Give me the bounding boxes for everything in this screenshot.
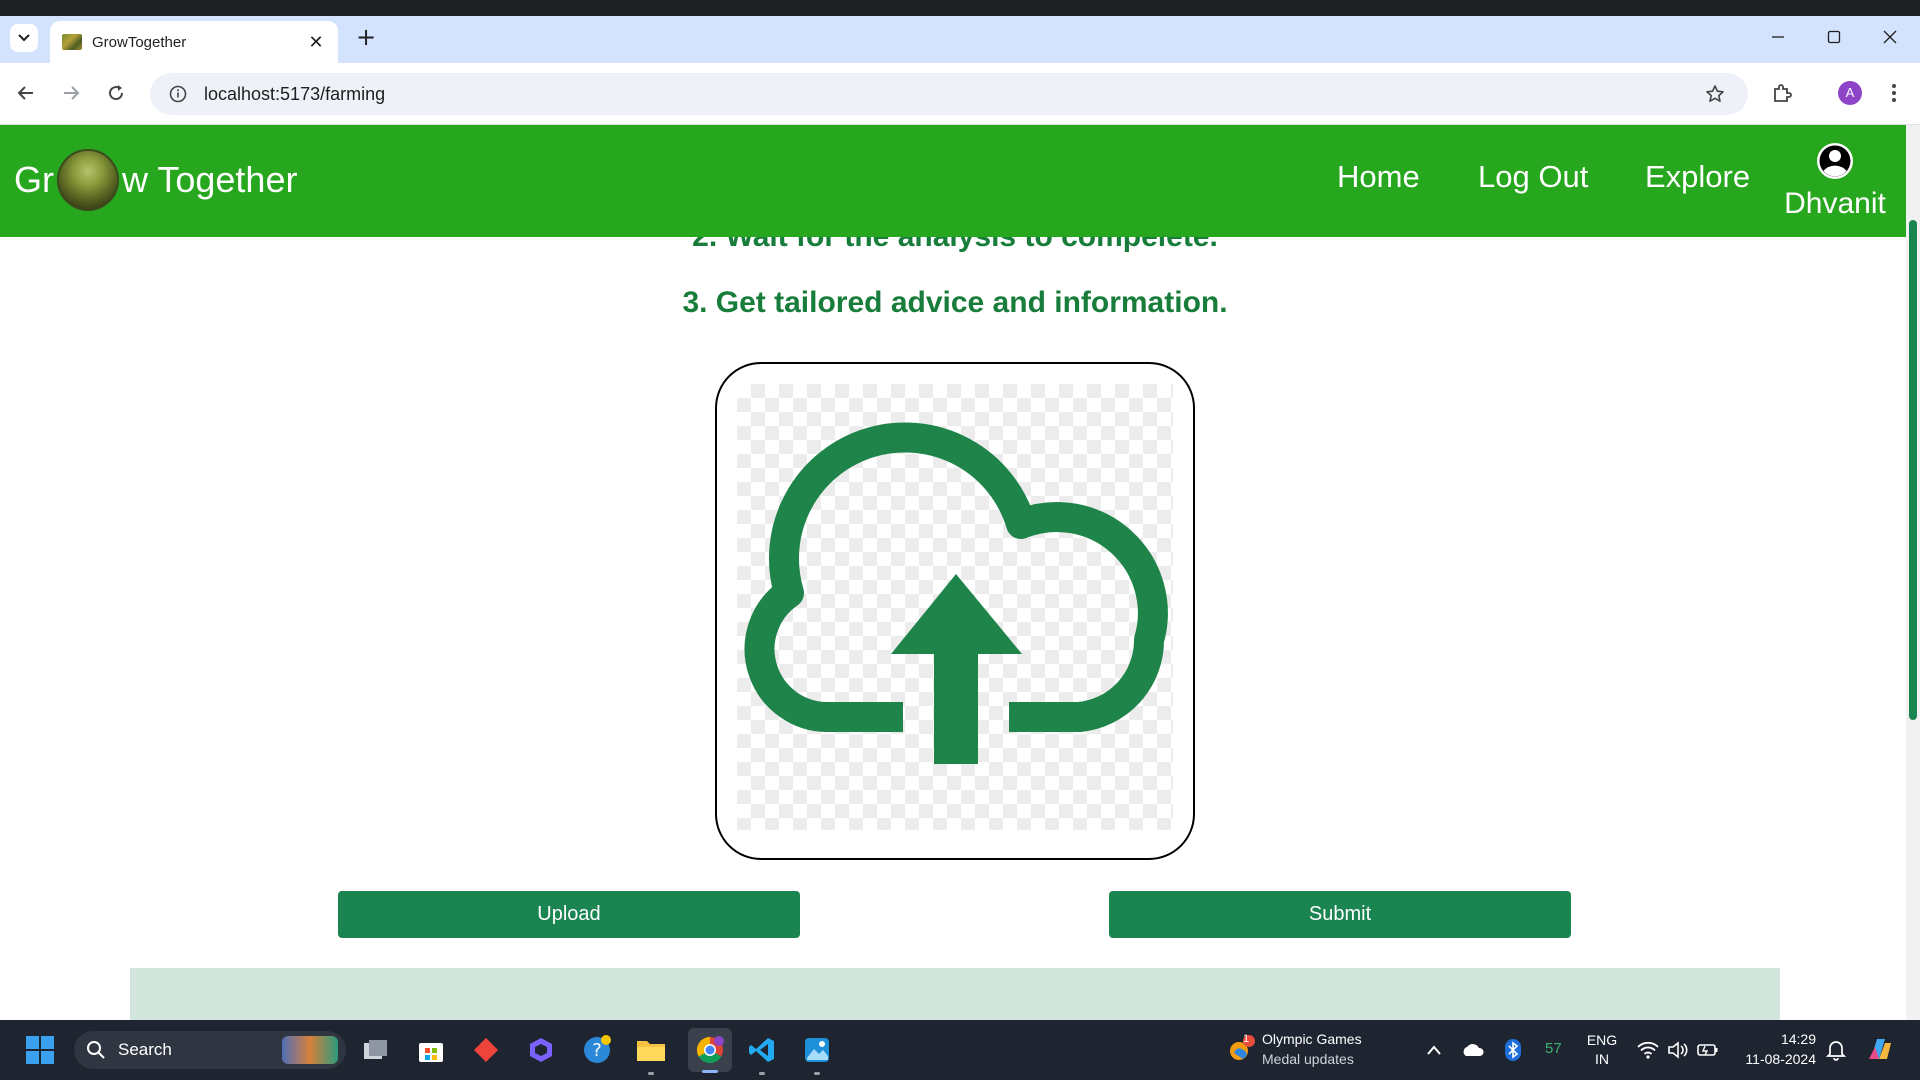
nav-home-link[interactable]: Home: [1337, 159, 1420, 195]
close-window-button[interactable]: [1862, 22, 1918, 52]
maximize-icon: [1827, 30, 1841, 44]
browser-toolbar: localhost:5173/farming A: [0, 63, 1920, 125]
windows-logo-icon: [26, 1036, 54, 1064]
arrow-right-icon: [64, 86, 80, 100]
extensions-button[interactable]: [1766, 77, 1798, 109]
minimize-icon: [1772, 36, 1784, 38]
svg-text:?: ?: [592, 1040, 602, 1061]
explorer-running-indicator: [648, 1072, 654, 1075]
clock-time[interactable]: 14:29: [1740, 1030, 1816, 1048]
chrome-active-indicator: [702, 1070, 718, 1073]
favicon-icon: [62, 34, 82, 50]
site-header: Gr w Together Home Log Out Explore Dhvan…: [0, 125, 1906, 237]
user-profile[interactable]: Dhvanit: [1780, 141, 1890, 221]
battery-icon[interactable]: [1690, 1032, 1726, 1068]
result-panel: [130, 968, 1780, 1020]
wheat-field-logo-icon: [57, 149, 119, 211]
vscode-icon[interactable]: [744, 1032, 780, 1068]
chrome-icon[interactable]: [688, 1028, 732, 1072]
file-explorer-icon[interactable]: [633, 1032, 669, 1068]
notification-bell-icon[interactable]: [1818, 1032, 1854, 1068]
scrollbar-thumb[interactable]: [1909, 220, 1917, 720]
submit-button[interactable]: Submit: [1109, 891, 1571, 938]
back-button[interactable]: [10, 77, 42, 109]
page-scrollbar[interactable]: [1906, 125, 1920, 1020]
close-icon: [1883, 30, 1897, 44]
tab-title: GrowTogether: [92, 33, 187, 51]
taskbar: Search ? 1 Olympic Games Medal updates 5…: [0, 1020, 1920, 1080]
weather-news-icon[interactable]: [1222, 1032, 1258, 1068]
maximize-button[interactable]: [1806, 22, 1862, 52]
copilot-tray-icon[interactable]: [1862, 1032, 1898, 1068]
profile-avatar[interactable]: A: [1838, 81, 1862, 105]
url-text[interactable]: localhost:5173/farming: [204, 84, 1700, 105]
tab-close-icon[interactable]: ✕: [306, 32, 326, 53]
logo-text-left: Gr: [14, 159, 54, 200]
reload-button[interactable]: [100, 77, 132, 109]
onedrive-icon[interactable]: [1455, 1032, 1491, 1068]
photos-running-indicator: [814, 1072, 820, 1075]
bookmark-star-icon[interactable]: [1700, 84, 1730, 104]
minimize-button[interactable]: [1750, 22, 1806, 52]
site-info-icon[interactable]: [158, 85, 198, 103]
image-upload-area[interactable]: [715, 362, 1195, 860]
nav-explore-link[interactable]: Explore: [1645, 159, 1750, 195]
news-subtitle[interactable]: Medal updates: [1262, 1050, 1354, 1068]
puzzle-icon: [1774, 84, 1792, 102]
browser-tab-strip: GrowTogether ✕ +: [0, 0, 1920, 63]
news-badge: 1: [1243, 1033, 1250, 1045]
nav-logout-link[interactable]: Log Out: [1478, 159, 1588, 195]
user-name: Dhvanit: [1784, 187, 1886, 220]
search-label: Search: [118, 1040, 172, 1059]
instruction-step-3: 3. Get tailored advice and information.: [682, 286, 1228, 319]
task-view-icon[interactable]: [358, 1032, 394, 1068]
more-vertical-icon: [1892, 84, 1896, 102]
arrow-left-icon: [17, 86, 33, 100]
address-bar[interactable]: localhost:5173/farming: [150, 73, 1748, 115]
forward-button[interactable]: [55, 77, 87, 109]
chevron-up-icon[interactable]: [1416, 1032, 1452, 1068]
cloud-upload-icon: [744, 422, 1168, 764]
taskbar-search[interactable]: Search: [74, 1031, 346, 1069]
clock-date[interactable]: 11-08-2024: [1732, 1050, 1816, 1068]
upload-button[interactable]: Upload: [338, 891, 800, 938]
news-title[interactable]: Olympic Games: [1262, 1030, 1362, 1048]
search-highlight-icon: [282, 1036, 338, 1064]
temperature-readout: 57: [1545, 1040, 1562, 1057]
vscode-running-indicator: [759, 1072, 765, 1075]
lang-line1[interactable]: ENG: [1585, 1031, 1619, 1049]
start-button[interactable]: [22, 1032, 58, 1068]
tab-search-button[interactable]: [10, 24, 38, 52]
store-icon[interactable]: [413, 1032, 449, 1068]
anydesk-icon[interactable]: [468, 1032, 504, 1068]
search-icon: [87, 1041, 105, 1059]
help-icon[interactable]: ?: [579, 1032, 615, 1068]
user-avatar-icon: [1817, 143, 1853, 179]
photos-icon[interactable]: [799, 1032, 835, 1068]
chevron-down-icon: [18, 34, 30, 42]
bluetooth-icon[interactable]: [1495, 1032, 1531, 1068]
lang-line2[interactable]: IN: [1585, 1050, 1619, 1068]
reload-icon: [109, 85, 124, 101]
logo-text-right: w Together: [122, 159, 298, 200]
browser-menu-button[interactable]: [1878, 77, 1910, 109]
upload-preview: [737, 384, 1173, 830]
site-logo[interactable]: Gr w Together: [14, 149, 297, 211]
new-tab-button[interactable]: +: [352, 24, 380, 52]
copilot-icon[interactable]: [523, 1032, 559, 1068]
browser-tab[interactable]: GrowTogether ✕: [50, 21, 338, 63]
